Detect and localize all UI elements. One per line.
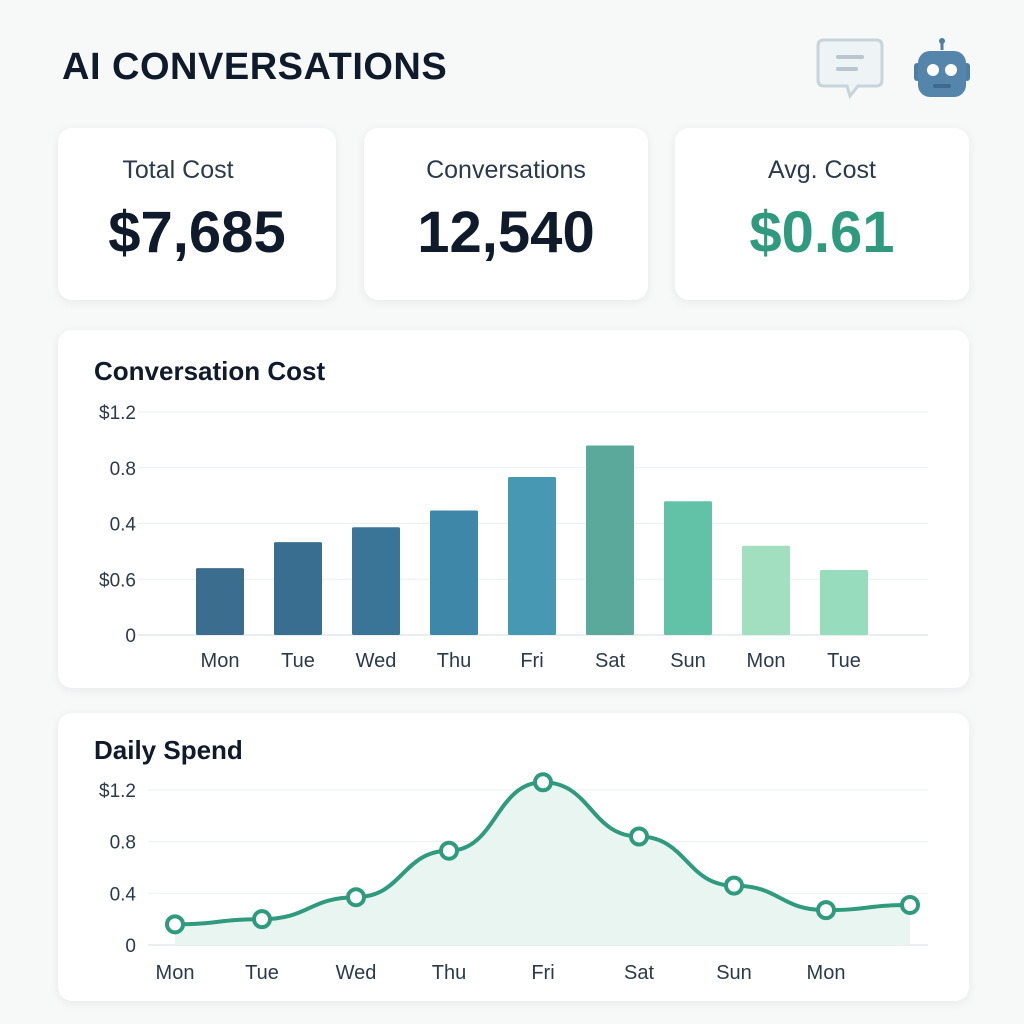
x-tick-label: Sun xyxy=(716,962,752,984)
data-point xyxy=(346,887,366,908)
spend-area xyxy=(175,782,910,945)
x-tick-label: Wed xyxy=(336,962,377,984)
kpi-label: Total Cost xyxy=(122,156,234,184)
data-point xyxy=(724,875,744,896)
x-tick-label: Sun xyxy=(670,650,706,672)
x-tick-label: Fri xyxy=(531,962,554,984)
kpi-value: $7,685 xyxy=(108,200,286,265)
kpi-label: Conversations xyxy=(426,156,586,184)
y-tick-label: $1.2 xyxy=(99,781,136,802)
x-tick-label: Mon xyxy=(201,650,240,672)
x-tick-label: Thu xyxy=(432,962,466,984)
x-tick-label: Sat xyxy=(624,962,654,984)
kpi-card-total-cost: Total Cost $7,685 xyxy=(58,128,336,300)
y-tick-label: $0.6 xyxy=(99,570,136,591)
x-tick-label: Tue xyxy=(281,650,315,672)
daily-spend-card: Daily Spend 0 0.4 0.8 $1.2 Mon Tue Wed Thu Fri Sa… xyxy=(58,713,969,1001)
x-tick-label: Wed xyxy=(356,650,397,672)
conversation-cost-card: Conversation Cost 0 $0.6 0.4 0.8 $1.2 Mon Tue W… xyxy=(58,330,969,688)
x-tick-label: Fri xyxy=(520,650,543,672)
x-tick-label: Sat xyxy=(595,650,625,672)
y-tick-label: 0 xyxy=(125,626,136,647)
x-tick-label: Mon xyxy=(807,962,846,984)
bar-tue xyxy=(820,569,868,635)
y-tick-label: 0.4 xyxy=(110,515,137,536)
data-point xyxy=(629,826,649,847)
y-tick-label: $1.2 xyxy=(99,403,136,424)
data-point xyxy=(533,772,553,793)
data-point xyxy=(900,894,920,915)
bar-sun xyxy=(664,501,712,635)
kpi-value: 12,540 xyxy=(417,200,595,265)
data-point xyxy=(439,840,459,861)
x-tick-label: Mon xyxy=(156,962,195,984)
x-tick-label: Tue xyxy=(827,650,861,672)
x-tick-label: Mon xyxy=(747,650,786,672)
robot-icon[interactable] xyxy=(906,38,978,102)
y-tick-label: 0 xyxy=(125,936,136,957)
y-tick-label: 0.8 xyxy=(110,833,136,854)
bar-tue xyxy=(274,542,322,635)
bar-sat xyxy=(586,445,634,635)
kpi-card-avg-cost: Avg. Cost $0.61 xyxy=(675,128,969,300)
kpi-value: $0.61 xyxy=(749,200,895,265)
data-point xyxy=(252,909,272,930)
chat-icon[interactable] xyxy=(814,36,886,100)
x-tick-label: Tue xyxy=(245,962,279,984)
conversation-cost-bar-chart: 0 $0.6 0.4 0.8 $1.2 Mon Tue Wed Thu Fri Sat Sun Mon T… xyxy=(99,403,928,672)
bar-mon xyxy=(196,568,244,635)
data-point xyxy=(816,900,836,921)
kpi-card-conversations: Conversations 12,540 xyxy=(364,128,648,300)
header: AI CONVERSATIONS xyxy=(62,38,982,104)
bar-fri xyxy=(508,477,556,635)
bar-thu xyxy=(430,510,478,635)
bar-wed xyxy=(352,527,400,635)
y-tick-label: 0.4 xyxy=(110,884,137,905)
data-point xyxy=(165,914,185,935)
y-tick-label: 0.8 xyxy=(110,459,136,480)
daily-spend-line-chart: 0 0.4 0.8 $1.2 Mon Tue Wed Thu Fri Sat Sun Mon xyxy=(99,772,928,984)
kpi-label: Avg. Cost xyxy=(768,156,876,184)
bar-mon xyxy=(742,545,790,635)
x-tick-label: Thu xyxy=(437,650,471,672)
